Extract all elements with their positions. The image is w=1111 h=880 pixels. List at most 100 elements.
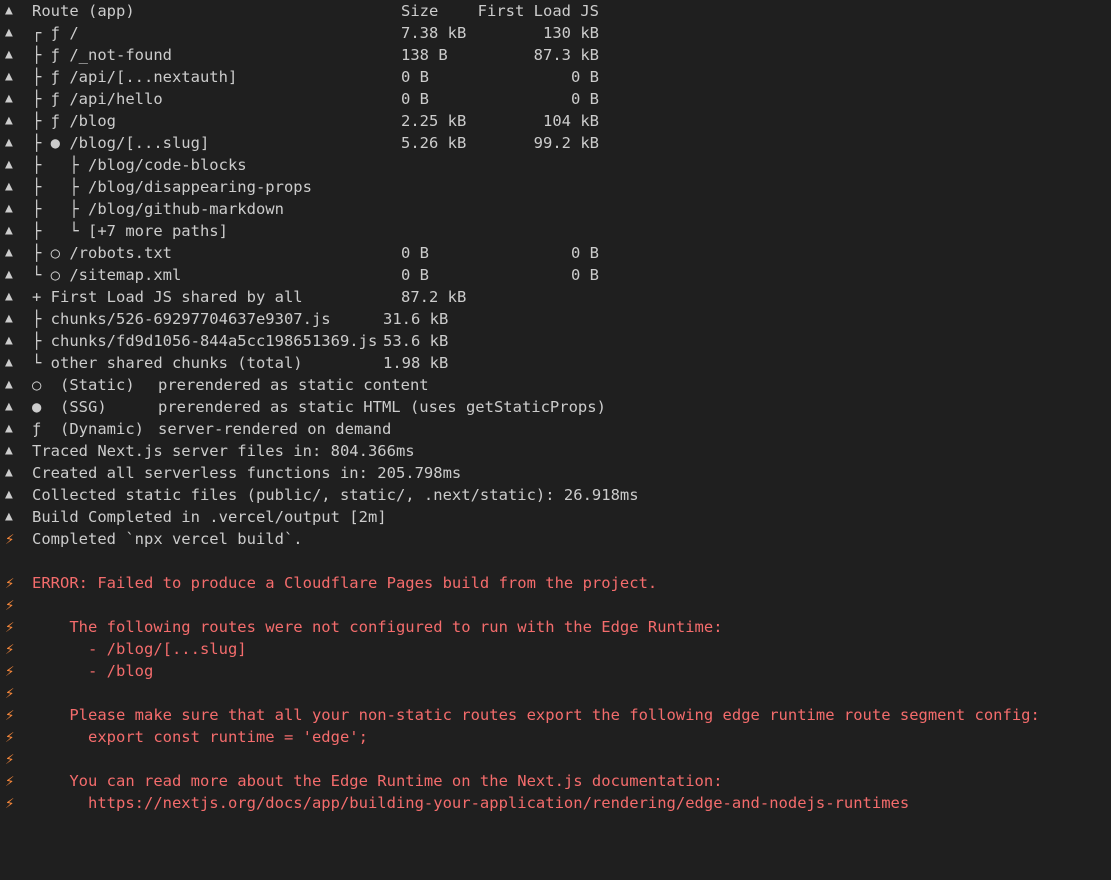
- error-line: ⚡ - /blog: [0, 660, 1111, 682]
- route-first-load: 0 B: [571, 68, 599, 86]
- route-row: ▲ ├ ├ /blog/code-blocks: [0, 154, 1111, 176]
- build-log-text: Traced Next.js server files in: 804.366m…: [32, 442, 415, 460]
- legend-desc: prerendered as static content: [158, 376, 429, 394]
- bolt-icon: ⚡: [5, 684, 15, 702]
- error-hint: Please make sure that all your non-stati…: [32, 706, 1040, 724]
- triangle-icon: ▲: [5, 399, 13, 414]
- chunk-row: ▲ ├ chunks/526-69297704637e9307.js 31.6 …: [0, 308, 1111, 330]
- bolt-icon: ⚡: [5, 794, 15, 812]
- error-more: You can read more about the Edge Runtime…: [32, 772, 723, 790]
- legend-symbol: ƒ (Dynamic): [32, 420, 144, 438]
- error-title: ERROR: Failed to produce a Cloudflare Pa…: [32, 574, 658, 592]
- route-path: ├ └ [+7 more paths]: [32, 222, 228, 240]
- chunk-size: 31.6 kB: [383, 310, 449, 328]
- error-line: ⚡ Please make sure that all your non-sta…: [0, 704, 1111, 726]
- route-first-load: 130 kB: [543, 24, 599, 42]
- completed-line: ⚡ Completed `npx vercel build`.: [0, 528, 1111, 550]
- shared-size: 87.2 kB: [401, 288, 467, 306]
- build-log-line: ▲ Created all serverless functions in: 2…: [0, 462, 1111, 484]
- triangle-icon: ▲: [5, 333, 13, 348]
- terminal-output: ▲ Route (app) Size First Load JS ▲ ┌ ƒ /…: [0, 0, 1111, 829]
- error-line: ⚡ - /blog/[...slug]: [0, 638, 1111, 660]
- bolt-icon: ⚡: [5, 640, 15, 658]
- error-line: ⚡ You can read more about the Edge Runti…: [0, 770, 1111, 792]
- route-first-load: 0 B: [571, 266, 599, 284]
- legend-symbol: ○ (Static): [32, 376, 135, 394]
- error-code: export const runtime = 'edge';: [32, 728, 368, 746]
- bolt-icon: ⚡: [5, 574, 15, 592]
- triangle-icon: ▲: [5, 223, 13, 238]
- bolt-icon: ⚡: [5, 618, 15, 636]
- bolt-icon: ⚡: [5, 706, 15, 724]
- build-log-line: ▲ Collected static files (public/, stati…: [0, 484, 1111, 506]
- chunk-size: 1.98 kB: [383, 354, 449, 372]
- error-route: - /blog: [32, 662, 154, 680]
- legend-row: ▲ ƒ (Dynamic) server-rendered on demand: [0, 418, 1111, 440]
- triangle-icon: ▲: [5, 157, 13, 172]
- table-header: ▲ Route (app) Size First Load JS: [0, 0, 1111, 22]
- error-title-line: ⚡ ERROR: Failed to produce a Cloudflare …: [0, 572, 1111, 594]
- error-blank-line: ⚡: [0, 682, 1111, 704]
- shared-title-row: ▲ + First Load JS shared by all 87.2 kB: [0, 286, 1111, 308]
- route-first-load: 87.3 kB: [533, 46, 599, 64]
- route-row: ▲ ├ ƒ /api/hello 0 B 0 B: [0, 88, 1111, 110]
- completed-text: Completed `npx vercel build`.: [32, 530, 303, 548]
- shared-title: + First Load JS shared by all: [32, 288, 303, 306]
- triangle-icon: ▲: [5, 179, 13, 194]
- chunk-name: └ other shared chunks (total): [32, 354, 303, 372]
- error-line: ⚡ export const runtime = 'edge';: [0, 726, 1111, 748]
- error-blank-line: ⚡: [0, 594, 1111, 616]
- chunk-name: ├ chunks/526-69297704637e9307.js: [32, 310, 331, 328]
- route-row: ▲ └ ○ /sitemap.xml 0 B 0 B: [0, 264, 1111, 286]
- triangle-icon: ▲: [5, 355, 13, 370]
- chunk-row: ▲ └ other shared chunks (total) 1.98 kB: [0, 352, 1111, 374]
- triangle-icon: ▲: [5, 289, 13, 304]
- bolt-icon: ⚡: [5, 750, 15, 768]
- route-first-load: 0 B: [571, 244, 599, 262]
- legend-desc: prerendered as static HTML (uses getStat…: [158, 398, 606, 416]
- docs-link[interactable]: https://nextjs.org/docs/app/building-you…: [32, 792, 909, 814]
- triangle-icon: ▲: [5, 311, 13, 326]
- error-line: ⚡ https://nextjs.org/docs/app/building-y…: [0, 792, 1111, 814]
- bolt-icon: ⚡: [5, 772, 15, 790]
- route-path: ├ ├ /blog/code-blocks: [32, 156, 247, 174]
- route-first-load: 99.2 kB: [533, 134, 599, 152]
- build-log-text: Build Completed in .vercel/output [2m]: [32, 508, 387, 526]
- build-log-text: Collected static files (public/, static/…: [32, 486, 639, 504]
- chunk-name: ├ chunks/fd9d1056-844a5cc198651369.js: [32, 332, 378, 350]
- bolt-icon: ⚡: [5, 530, 15, 548]
- legend-desc: server-rendered on demand: [158, 420, 392, 438]
- legend-symbol: ● (SSG): [32, 398, 107, 416]
- triangle-icon: ▲: [5, 377, 13, 392]
- chunk-size: 53.6 kB: [383, 332, 449, 350]
- error-route: - /blog/[...slug]: [32, 640, 247, 658]
- route-row: ▲ ├ ├ /blog/github-markdown: [0, 198, 1111, 220]
- route-row: ▲ ├ ○ /robots.txt 0 B 0 B: [0, 242, 1111, 264]
- legend-row: ▲ ● (SSG) prerendered as static HTML (us…: [0, 396, 1111, 418]
- build-log-line: ▲ Build Completed in .vercel/output [2m]: [0, 506, 1111, 528]
- route-path: ├ ├ /blog/disappearing-props: [32, 178, 312, 196]
- route-first-load: 0 B: [571, 90, 599, 108]
- route-row: ▲ ├ ├ /blog/disappearing-props: [0, 176, 1111, 198]
- bolt-icon: ⚡: [5, 596, 15, 614]
- route-row: ▲ ├ ƒ /blog 2.25 kB 104 kB: [0, 110, 1111, 132]
- triangle-icon: ▲: [5, 201, 13, 216]
- route-row: ▲ ├ ƒ /_not-found 138 B 87.3 kB: [0, 44, 1111, 66]
- triangle-icon: ▲: [5, 509, 13, 524]
- route-path: ├ ├ /blog/github-markdown: [32, 200, 284, 218]
- route-row: ▲ ├ └ [+7 more paths]: [0, 220, 1111, 242]
- triangle-icon: ▲: [5, 421, 13, 436]
- bolt-icon: ⚡: [5, 662, 15, 680]
- route-row: ▲ ├ ƒ /api/[...nextauth] 0 B 0 B: [0, 66, 1111, 88]
- header-first-load: First Load JS: [477, 2, 599, 20]
- chunk-row: ▲ ├ chunks/fd9d1056-844a5cc198651369.js …: [0, 330, 1111, 352]
- route-row: ▲ ├ ● /blog/[...slug] 5.26 kB 99.2 kB: [0, 132, 1111, 154]
- route-row: ▲ ┌ ƒ / 7.38 kB 130 kB: [0, 22, 1111, 44]
- bolt-icon: ⚡: [5, 728, 15, 746]
- error-blank-line: ⚡: [0, 748, 1111, 770]
- legend-row: ▲ ○ (Static) prerendered as static conte…: [0, 374, 1111, 396]
- error-intro: The following routes were not configured…: [32, 618, 723, 636]
- route-first-load: 104 kB: [543, 112, 599, 130]
- build-log-line: ▲ Traced Next.js server files in: 804.36…: [0, 440, 1111, 462]
- build-log-text: Created all serverless functions in: 205…: [32, 464, 462, 482]
